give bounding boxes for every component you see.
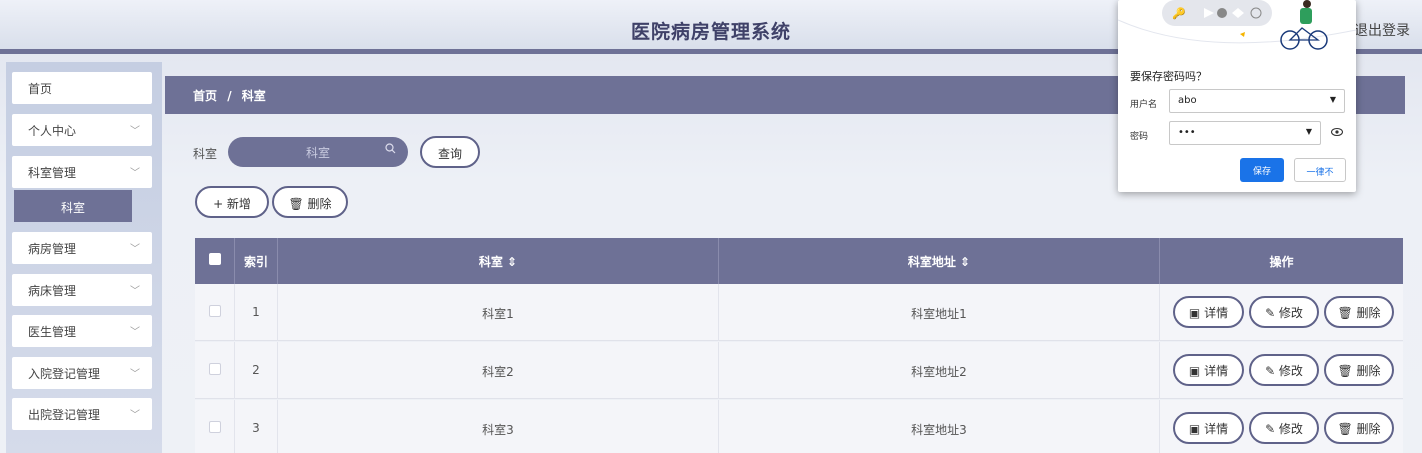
breadcrumb-separator: / [227, 89, 232, 103]
edit-button[interactable]: ✎ 修改 [1249, 354, 1319, 386]
delete-button[interactable]: 🗑 删除 [1324, 354, 1394, 386]
popup-title: 要保存密码吗？ [1130, 70, 1207, 83]
chevron-down-icon: ﹀ [130, 286, 140, 297]
save-password-popup: 🔑 要保存密码吗？ 用户名 abo ▼ 密码 ••• ▼ 保存 一律不 [1117, 0, 1357, 192]
password-value: ••• [1178, 127, 1196, 138]
sidebar-item-label: 医生管理 [28, 325, 77, 339]
show-password-icon[interactable] [1330, 126, 1344, 140]
select-all-checkbox[interactable] [208, 253, 221, 265]
sidebar-item-bed-management[interactable]: 病床管理 ﹀ [12, 274, 152, 306]
row-dept: 科室2 [278, 342, 719, 399]
batch-delete-button[interactable]: 🗑 删除 [272, 186, 348, 218]
sidebar-item-doctor-management[interactable]: 医生管理 ﹀ [12, 315, 152, 347]
sidebar-item-label: 入院登记管理 [28, 367, 101, 381]
sidebar-item-home[interactable]: 首页 [12, 72, 152, 104]
chevron-down-icon: ﹀ [130, 244, 140, 255]
header-dept[interactable]: 科室 ⇕ [278, 238, 719, 284]
search-input[interactable]: 科室 [228, 137, 408, 167]
row-address: 科室地址2 [719, 342, 1160, 399]
sidebar-item-profile[interactable]: 个人中心 ﹀ [12, 114, 152, 146]
row-select-cell [195, 342, 235, 399]
never-save-button[interactable]: 一律不 [1294, 158, 1346, 182]
search-icon [385, 143, 396, 157]
chevron-down-icon: ﹀ [130, 327, 140, 338]
row-index: 2 [235, 342, 278, 399]
sidebar-item-label: 病房管理 [28, 242, 77, 256]
row-checkbox[interactable] [208, 421, 221, 433]
edit-button[interactable]: ✎ 修改 [1249, 296, 1319, 328]
chevron-down-icon: ﹀ [130, 126, 140, 137]
row-address: 科室地址1 [719, 284, 1160, 341]
row-dept: 科室3 [278, 400, 719, 453]
table-row: 3 科室3 科室地址3 ▣ 详情 ✎ 修改 🗑 删除 [195, 400, 1403, 453]
row-address: 科室地址3 [719, 400, 1160, 453]
search-label: 科室 [193, 147, 218, 161]
sidebar-item-label: 个人中心 [28, 124, 77, 138]
sidebar-item-discharge-management[interactable]: 出院登记管理 ﹀ [12, 398, 152, 430]
row-select-cell [195, 284, 235, 341]
sidebar-item-label: 出院登记管理 [28, 408, 101, 422]
row-checkbox[interactable] [208, 363, 221, 375]
svg-text:🔑: 🔑 [1172, 6, 1186, 20]
search-placeholder: 科室 [305, 146, 330, 160]
delete-button[interactable]: 🗑 删除 [1324, 296, 1394, 328]
password-illustration: 🔑 [1117, 0, 1357, 60]
dropdown-arrow-icon: ▼ [1305, 127, 1312, 136]
detail-button[interactable]: ▣ 详情 [1173, 354, 1244, 386]
dropdown-arrow-icon: ▼ [1329, 95, 1336, 104]
detail-button[interactable]: ▣ 详情 [1173, 296, 1244, 328]
logout-link[interactable]: 退出登录 [1354, 20, 1410, 40]
sidebar: 首页 个人中心 ﹀ 科室管理 ﹀ 科室 病房管理 ﹀ 病床管理 ﹀ 医生管理 ﹀… [6, 62, 162, 453]
save-password-button[interactable]: 保存 [1240, 158, 1284, 182]
add-button[interactable]: + 新增 [195, 186, 269, 218]
chevron-down-icon: ﹀ [130, 410, 140, 421]
username-value: abo [1178, 95, 1197, 106]
row-index: 1 [235, 284, 278, 341]
sidebar-item-ward-management[interactable]: 病房管理 ﹀ [12, 232, 152, 264]
table-header: 索引 科室 ⇕ 科室地址 ⇕ 操作 [195, 238, 1403, 284]
sidebar-item-admission-management[interactable]: 入院登记管理 ﹀ [12, 357, 152, 389]
row-checkbox[interactable] [208, 305, 221, 317]
row-dept: 科室1 [278, 284, 719, 341]
breadcrumb-home[interactable]: 首页 [193, 89, 217, 103]
table-row: 1 科室1 科室地址1 ▣ 详情 ✎ 修改 🗑 删除 [195, 284, 1403, 341]
sidebar-subitem-dept[interactable]: 科室 [14, 190, 132, 222]
username-field[interactable]: abo ▼ [1169, 89, 1345, 113]
sidebar-item-label: 病床管理 [28, 284, 77, 298]
chevron-down-icon: ﹀ [130, 369, 140, 380]
row-index: 3 [235, 400, 278, 453]
password-label: 密码 [1130, 132, 1149, 142]
sidebar-item-label: 科室管理 [28, 166, 77, 180]
edit-button[interactable]: ✎ 修改 [1249, 412, 1319, 444]
password-field[interactable]: ••• ▼ [1169, 121, 1321, 145]
header-index: 索引 [235, 238, 278, 284]
detail-button[interactable]: ▣ 详情 [1173, 412, 1244, 444]
select-all-cell [195, 238, 235, 284]
header-address[interactable]: 科室地址 ⇕ [719, 238, 1160, 284]
sidebar-item-dept-management[interactable]: 科室管理 ﹀ [12, 156, 152, 188]
chevron-down-icon: ﹀ [130, 168, 140, 179]
header-ops: 操作 [1269, 255, 1294, 269]
breadcrumb-current: 科室 [241, 89, 266, 103]
sidebar-item-label: 首页 [28, 82, 53, 96]
table-row: 2 科室2 科室地址2 ▣ 详情 ✎ 修改 🗑 删除 [195, 342, 1403, 399]
delete-button[interactable]: 🗑 删除 [1324, 412, 1394, 444]
username-label: 用户名 [1130, 100, 1158, 110]
row-select-cell [195, 400, 235, 453]
query-button[interactable]: 查询 [420, 136, 480, 168]
